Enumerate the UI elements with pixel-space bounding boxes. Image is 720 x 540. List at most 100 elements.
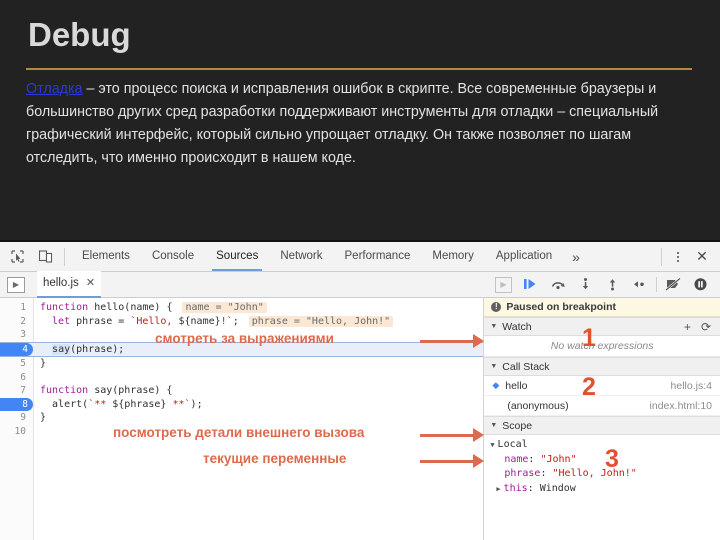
inspect-cursor-icon[interactable] [5,246,29,268]
inline-value-hint: phrase = "Hello, John!" [248,315,394,327]
code-text: let phrase = `Hello, ${name}!`; phrase = … [40,315,394,329]
inline-value-hint: name = "John" [182,302,267,313]
chevron-down-icon: ▼ [490,323,498,330]
refresh-watch-button[interactable]: ⟳ [701,320,711,334]
line-number-7[interactable]: 7 [0,384,26,398]
devtools-window: Elements Console Sources Network Perform… [0,240,720,540]
line-number-9[interactable]: 9 [0,411,26,425]
file-tab-hello-js[interactable]: hello.js ✕ [37,271,102,298]
show-debugger-icon[interactable]: ▶ [495,276,512,293]
slide-paragraph-text: – это процесс поиска и исправления ошибо… [26,81,659,166]
title-divider [26,68,692,70]
code-line-6[interactable]: 6 [0,371,483,385]
frame-location: index.html:10 [649,399,712,412]
code-line-1[interactable]: 1 function hello(name) {name = "John" [0,301,483,315]
call-stack-frame-anonymous[interactable]: (anonymous) index.html:10 [484,396,720,416]
tab-sources[interactable]: Sources [205,242,269,271]
toolbar-divider-right [661,247,662,266]
code-line-9[interactable]: 9} [0,411,483,425]
code-token: ; [232,315,239,327]
chevron-down-icon: ▼ [490,363,498,370]
toolbar-divider [64,247,65,266]
code-token: (name) { [124,302,173,313]
device-toolbar-icon[interactable] [34,246,58,268]
watch-title: Watch [502,320,532,333]
more-tabs-button[interactable]: » [563,249,589,265]
code-text: } [40,357,46,371]
info-icon: ! [491,302,502,312]
variable-key: phrase [504,468,541,479]
code-token: `Hello, [130,315,179,327]
scope-variable-this[interactable]: ▶ this: Window [490,482,720,497]
paused-on-breakpoint-banner: ! Paused on breakpoint [484,298,720,317]
step-into-next-function-call-icon[interactable] [572,273,599,297]
code-line-5[interactable]: 5} [0,357,483,371]
breakpoint-marker-4[interactable]: 4 [0,342,33,356]
code-token: function [40,302,95,313]
scope-variables: ▼ Local name: "John" phrase: "Hello, John… [484,435,720,496]
chevron-right-icon: ▶ [496,484,501,493]
step-icon[interactable] [626,273,653,297]
annotation-callstack-label: посмотреть детали внешнего вызова [113,425,365,440]
tab-memory[interactable]: Memory [421,242,485,271]
line-number-5[interactable]: 5 [0,357,26,371]
file-tab-label: hello.js [43,277,79,289]
annotation-watch-label: смотреть за выражениями [155,331,334,346]
paused-message: Paused on breakpoint [506,301,617,313]
step-out-of-current-function-icon[interactable] [599,273,626,297]
tab-performance[interactable]: Performance [334,242,422,271]
pause-on-exceptions-icon[interactable] [687,273,714,297]
close-icon[interactable]: ✕ [86,271,95,296]
frame-name: hello [505,379,528,392]
deactivate-breakpoints-icon[interactable] [660,273,687,297]
section-header-scope[interactable]: ▼ Scope [484,416,720,435]
watch-empty-message: No watch expressions [484,336,720,357]
variable-value: Window [539,482,576,494]
tab-network[interactable]: Network [269,242,333,271]
annotation-scope-label: текущие переменные [203,451,347,466]
line-number-10[interactable]: 10 [0,425,26,439]
code-token: (phrase) { [112,385,173,396]
line-number-3[interactable]: 3 [0,328,26,342]
slide-root: Debug Отладка – это процесс поиска и исп… [0,0,720,540]
scope-title: Scope [502,419,533,432]
line-number-1[interactable]: 1 [0,301,26,315]
close-icon[interactable]: ✕ [688,246,716,268]
tab-application[interactable]: Application [485,242,563,271]
line-number-6[interactable]: 6 [0,371,26,385]
breakpoint-marker-8[interactable]: 8 [0,397,33,411]
tab-elements[interactable]: Elements [71,242,141,271]
scope-group-label: Local [497,439,528,450]
step-over-next-function-call-icon[interactable] [545,273,572,297]
code-line-7[interactable]: 7 function say(phrase) { [0,384,483,398]
show-navigator-icon[interactable]: ▶ [7,276,25,293]
page-title: Debug [28,16,131,53]
code-token: say [52,343,71,355]
variable-key: this [503,482,528,494]
code-line-2[interactable]: 2 let phrase = `Hello, ${name}!`; phrase … [0,315,483,329]
annotation-arrow-head-3 [473,454,484,468]
code-token: say [94,385,113,396]
section-header-watch[interactable]: ▼ Watch + ⟳ [484,317,720,336]
tab-console[interactable]: Console [141,242,205,271]
annotation-arrow-line-3 [420,460,475,463]
code-token: ); [190,398,203,410]
code-token: !` [220,315,233,327]
frame-location: hello.js:4 [670,379,712,392]
debug-term-link[interactable]: Отладка [26,81,83,97]
resume-script-execution-icon[interactable] [518,273,545,297]
more-options-icon[interactable] [668,246,688,268]
slide-content: Debug Отладка – это процесс поиска и исп… [0,0,720,240]
code-line-8[interactable]: 8 alert(`** ${phrase} **`); [0,397,483,412]
code-token: } [40,358,47,369]
code-text: alert(`** ${phrase} **`); [40,398,203,412]
section-header-call-stack[interactable]: ▼ Call Stack [484,357,720,376]
tabbar-right-group: ✕ [655,246,720,268]
call-stack-frame-hello[interactable]: ◆ hello hello.js:4 [484,376,720,396]
variable-key: name [504,453,529,465]
add-watch-expression-button[interactable]: + [684,320,691,334]
sources-body: 1 function hello (name) { name = "John" 2 le… [0,298,720,540]
line-number-2[interactable]: 2 [0,315,26,329]
annotation-arrow-head-1 [473,334,484,348]
